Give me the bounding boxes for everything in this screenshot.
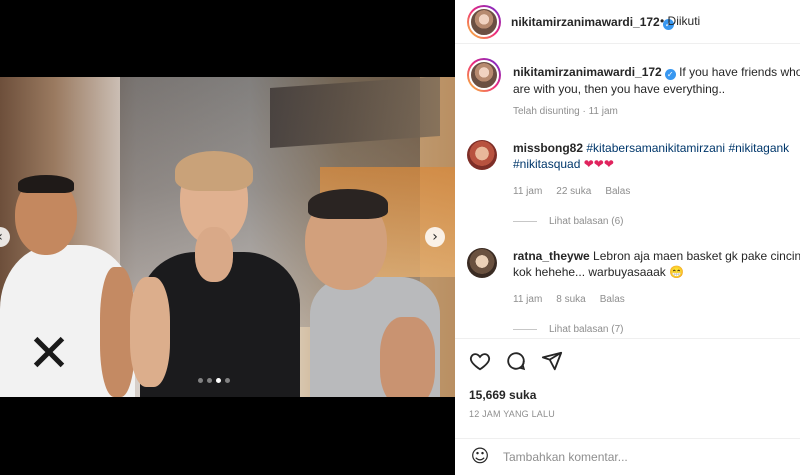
- author-username[interactable]: nikitamirzanimawardi_172 ✓: [511, 15, 674, 30]
- person-center-hand: [195, 227, 233, 282]
- chevron-right-icon[interactable]: ›: [425, 227, 445, 247]
- comment-meta: 11 jam 8 suka Balas: [513, 294, 625, 305]
- commenter-username[interactable]: missbong82: [513, 141, 583, 155]
- comment-time[interactable]: 11 jam: [513, 294, 542, 305]
- follow-status-label[interactable]: Diikuti: [668, 14, 701, 28]
- jersey-x-logo: ✕: [27, 324, 71, 384]
- comment-composer: ☺: [455, 438, 800, 475]
- view-replies-label[interactable]: Lihat balasan (7): [549, 324, 624, 335]
- caption-avatar[interactable]: [467, 58, 501, 92]
- author-avatar[interactable]: [467, 5, 501, 39]
- reply-button[interactable]: Balas: [605, 186, 630, 197]
- grin-emoji: 😁: [669, 265, 685, 279]
- verified-badge-icon: ✓: [664, 69, 676, 80]
- replies-divider: [513, 221, 537, 222]
- person-center-arm: [130, 277, 170, 387]
- replies-divider: [513, 329, 537, 330]
- follow-status[interactable]: • Diikuti: [660, 14, 700, 28]
- carousel-dot: [198, 378, 203, 383]
- commenter-username[interactable]: ratna_theywe: [513, 249, 590, 263]
- hashtag-link[interactable]: #nikitagank: [728, 141, 789, 155]
- reply-button[interactable]: Balas: [600, 294, 625, 305]
- post-detail-panel: nikitamirzanimawardi_172 ✓ • Diikuti niki…: [455, 0, 800, 475]
- person-left-hair: [18, 175, 74, 193]
- carousel-dot: [225, 378, 230, 383]
- hashtag-link[interactable]: #nikitasquad: [513, 157, 580, 171]
- carousel-indicator: [198, 378, 230, 383]
- person-center-hair: [175, 151, 253, 191]
- comment-likes[interactable]: 8 suka: [556, 294, 585, 305]
- heart-icon[interactable]: [469, 350, 491, 372]
- comment-input[interactable]: [503, 448, 783, 466]
- person-right-tattoo-arm: [380, 317, 435, 397]
- comment-time[interactable]: 11 jam: [513, 186, 542, 197]
- smiley-icon[interactable]: ☺: [469, 446, 491, 468]
- caption-meta: Telah disunting · 11 jam: [513, 106, 618, 117]
- carousel-dot: [207, 378, 212, 383]
- comment-text: ratna_theywe Lebron aja maen basket gk p…: [513, 248, 800, 280]
- post-actions: [469, 350, 563, 372]
- post-header: nikitamirzanimawardi_172 ✓ • Diikuti: [455, 0, 800, 44]
- caption-text: nikitamirzanimawardi_172 ✓ If you have fr…: [513, 64, 800, 98]
- paper-plane-icon[interactable]: [541, 350, 563, 372]
- actions-divider: [455, 338, 800, 339]
- caption-username[interactable]: nikitamirzanimawardi_172: [513, 65, 662, 79]
- background-poster: [270, 77, 440, 148]
- commenter-avatar[interactable]: [467, 140, 497, 170]
- post-photo[interactable]: ✕ ‹ ›: [0, 77, 455, 397]
- view-replies-label[interactable]: Lihat balasan (6): [549, 216, 624, 227]
- person-right-hair: [308, 189, 388, 219]
- view-replies-button[interactable]: Lihat balasan (6): [513, 216, 624, 227]
- post-timestamp[interactable]: 12 JAM YANG LALU: [469, 409, 555, 419]
- comment-text: missbong82 #kitabersamanikitamirzani #ni…: [513, 140, 800, 172]
- hashtag-link[interactable]: #kitabersamanikitamirzani: [586, 141, 725, 155]
- comment-meta: 11 jam 22 suka Balas: [513, 186, 630, 197]
- header-separator: •: [660, 14, 665, 28]
- commenter-avatar[interactable]: [467, 248, 497, 278]
- heart-emoji: ❤❤❤: [583, 157, 614, 171]
- comment-likes[interactable]: 22 suka: [556, 186, 591, 197]
- previous-arrow-icon[interactable]: ‹: [0, 227, 10, 247]
- carousel-dot: [216, 378, 221, 383]
- author-username-text[interactable]: nikitamirzanimawardi_172: [511, 15, 660, 29]
- post-media: ✕ ‹ ›: [0, 0, 455, 475]
- likes-count[interactable]: 15,669 suka: [469, 388, 536, 402]
- comment-bubble-icon[interactable]: [505, 350, 527, 372]
- view-replies-button[interactable]: Lihat balasan (7): [513, 324, 624, 335]
